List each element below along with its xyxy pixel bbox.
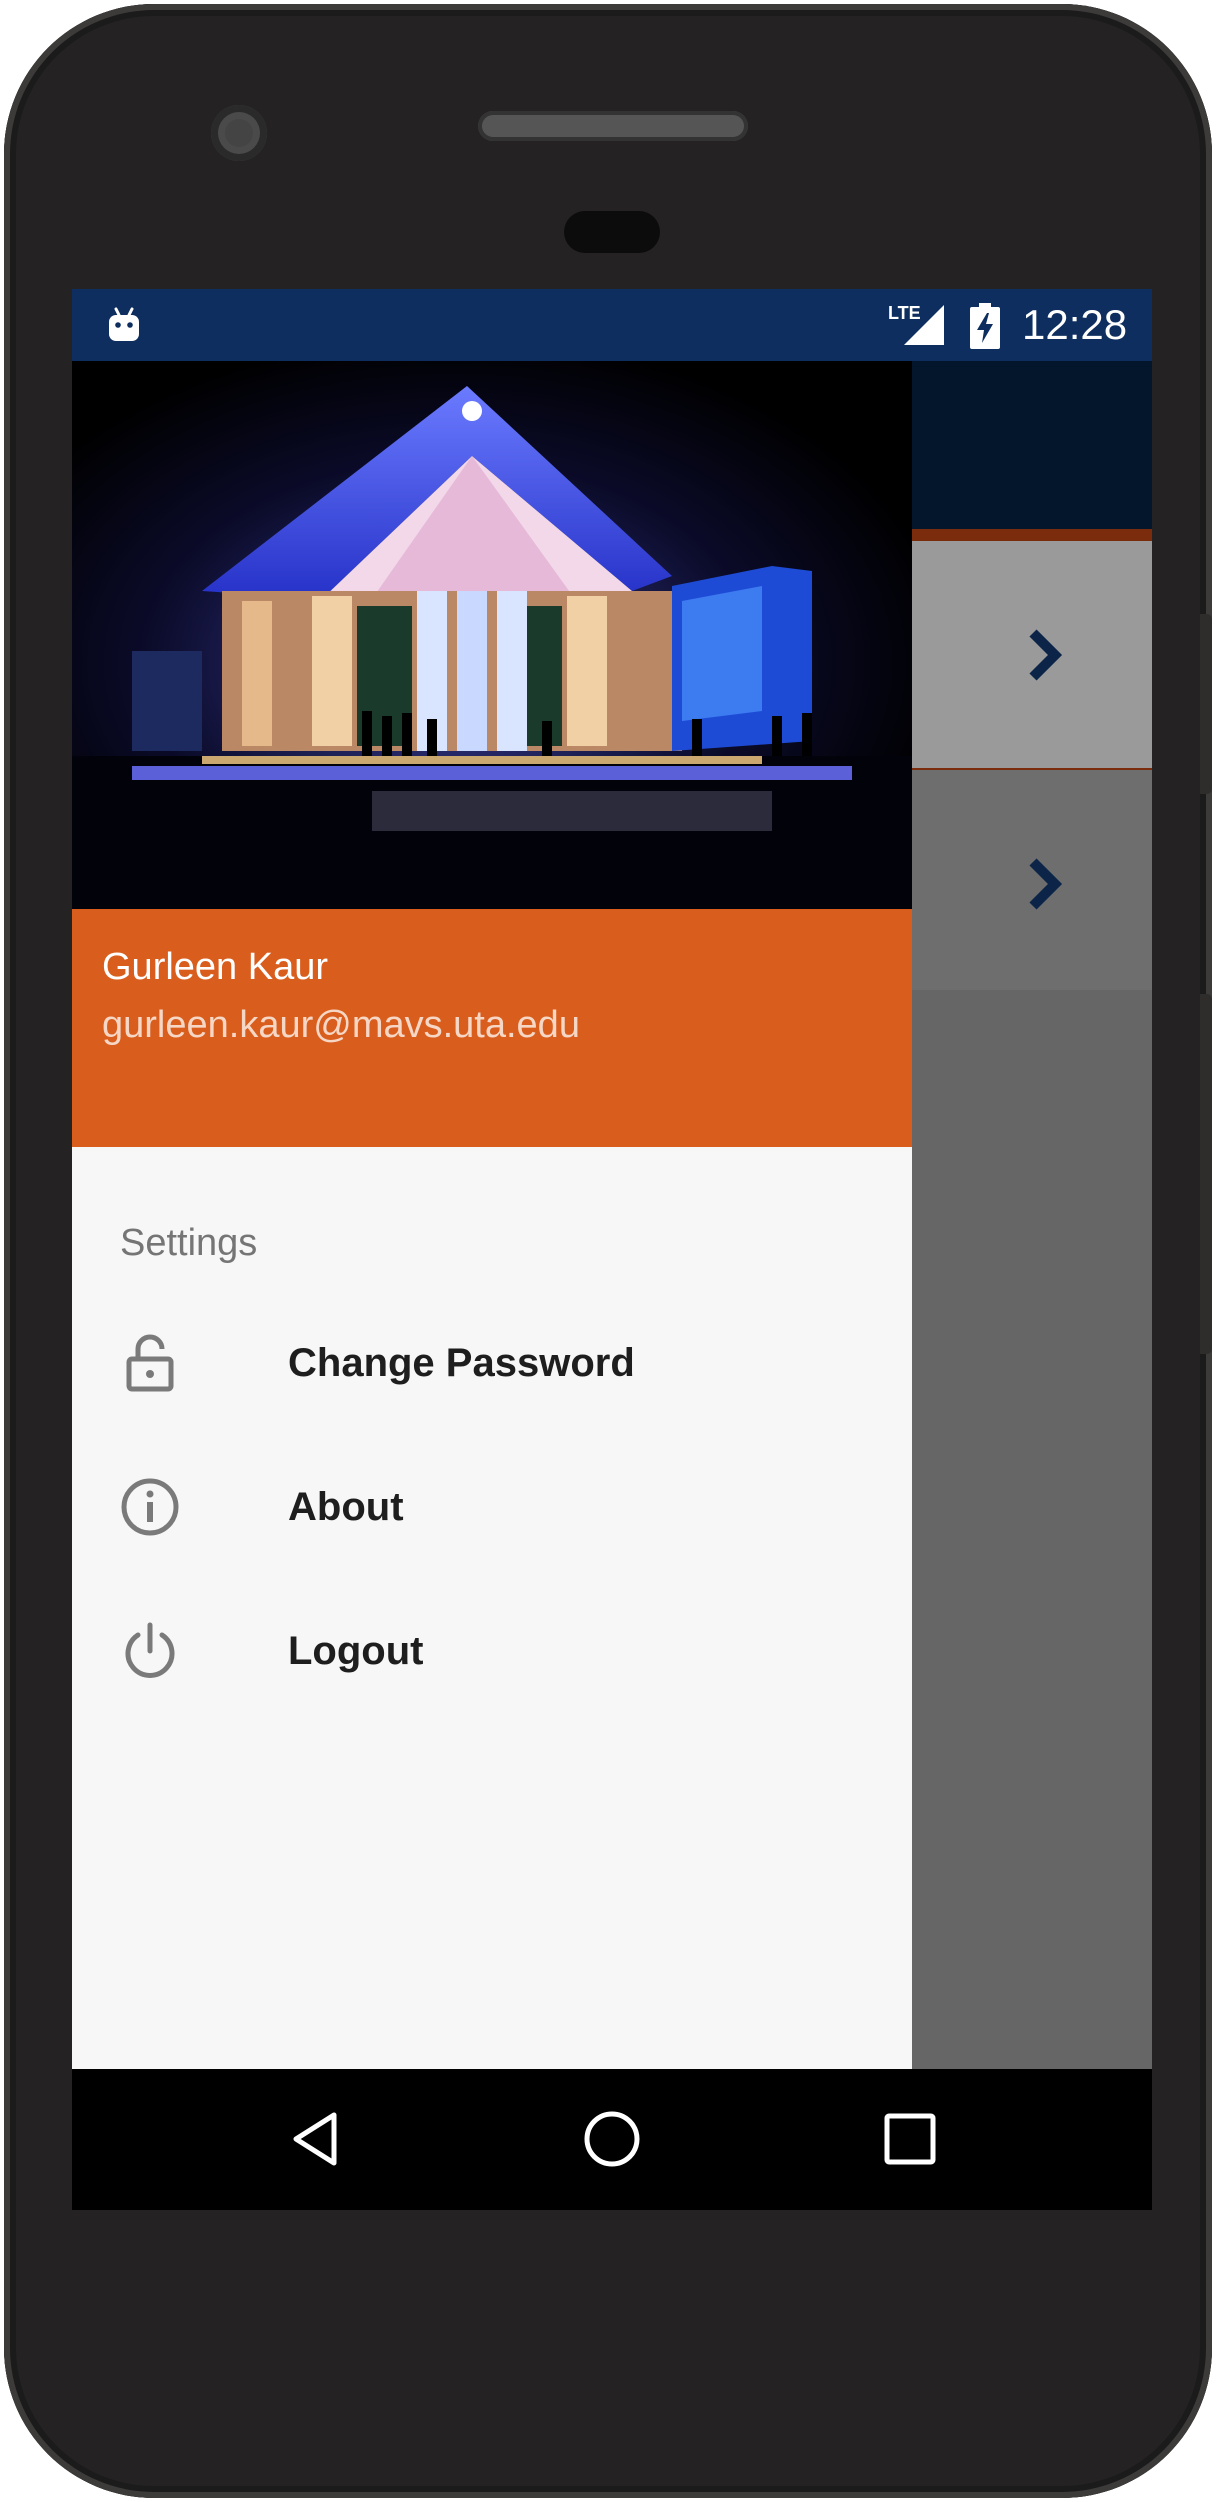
power-icon: [125, 1622, 175, 1678]
chevron-right-icon: [1029, 858, 1063, 910]
android-debug-icon: [109, 307, 139, 341]
menu-item-about[interactable]: About: [72, 1442, 912, 1572]
volume-button: [1200, 614, 1212, 794]
system-navigation-bar: [72, 2069, 1152, 2210]
menu-item-change-password[interactable]: Change Password: [72, 1298, 912, 1428]
recents-icon[interactable]: [882, 2111, 938, 2167]
menu-item-logout[interactable]: Logout: [72, 1586, 912, 1716]
phone-frame: LTE 12:28 Gurleen Kaur gurleen.kaur@mavs…: [4, 4, 1212, 2498]
user-name: Gurleen Kaur: [102, 946, 329, 988]
chevron-right-icon: [1029, 629, 1063, 681]
user-email: gurleen.kaur@mavs.uta.edu: [102, 1004, 580, 1046]
menu-item-label: Change Password: [288, 1341, 635, 1385]
power-button: [1200, 994, 1212, 1354]
status-time: 12:28: [1022, 301, 1128, 348]
drawer-header: Gurleen Kaur gurleen.kaur@mavs.uta.edu: [72, 909, 912, 1147]
earpiece-speaker: [478, 111, 748, 141]
navigation-drawer: Gurleen Kaur gurleen.kaur@mavs.uta.edu S…: [72, 361, 912, 2069]
campus-building-photo: [72, 361, 912, 909]
battery-charging-icon: [970, 303, 1000, 349]
settings-section-title: Settings: [120, 1222, 258, 1264]
back-icon[interactable]: [286, 2109, 346, 2169]
signal-icon: [904, 305, 944, 345]
home-icon[interactable]: [582, 2109, 642, 2169]
status-bar: LTE 12:28: [72, 289, 1152, 361]
lock-icon: [126, 1334, 174, 1392]
menu-item-label: About: [288, 1485, 404, 1529]
proximity-sensor: [564, 211, 660, 253]
screen: LTE 12:28 Gurleen Kaur gurleen.kaur@mavs…: [72, 289, 1152, 2210]
info-icon: [121, 1478, 179, 1536]
front-camera: [211, 105, 267, 161]
menu-item-label: Logout: [288, 1629, 424, 1673]
